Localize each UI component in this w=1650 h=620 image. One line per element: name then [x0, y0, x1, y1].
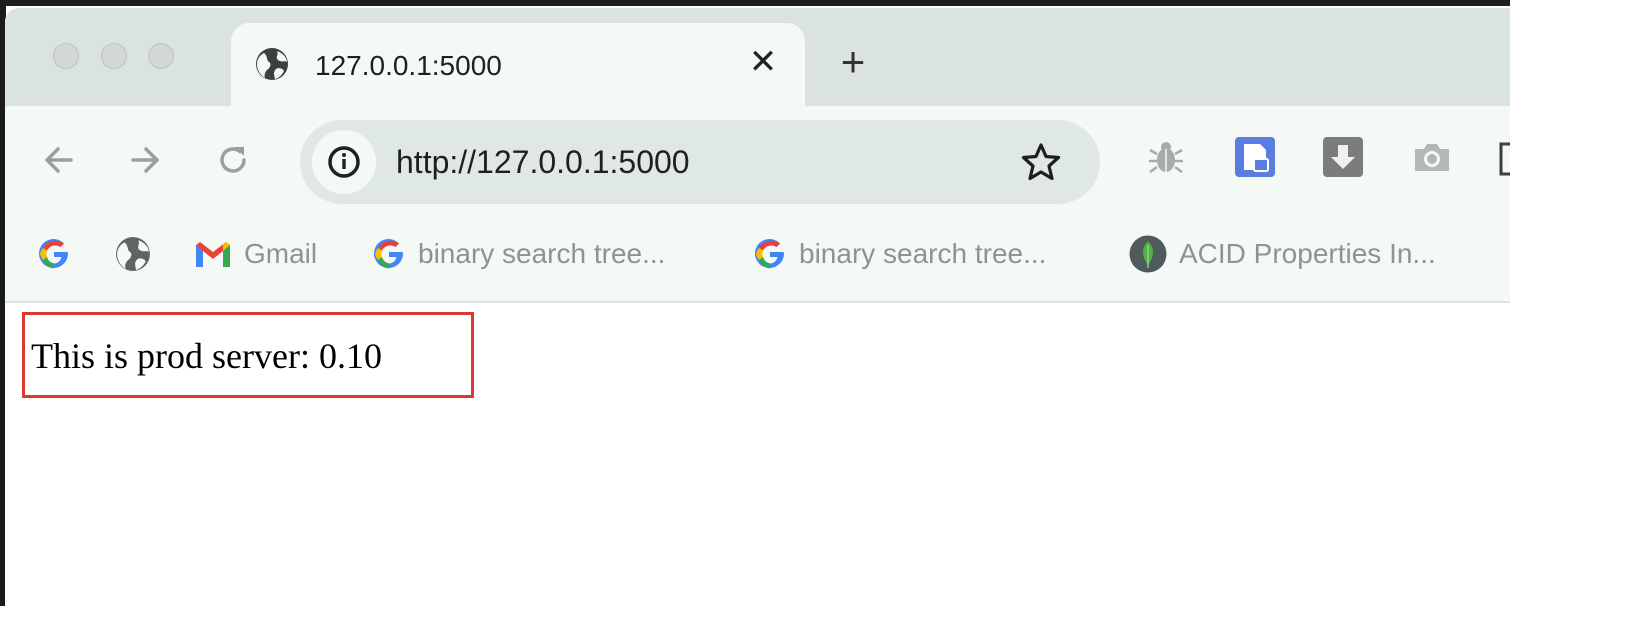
bookmark-label: ACID Properties In...	[1179, 238, 1436, 269]
close-icon: ✕	[748, 43, 778, 81]
bookmark-label: binary search tree...	[799, 238, 1047, 269]
bookmark-bst-1[interactable]: binary search tree...	[372, 236, 665, 272]
toolbar: http://127.0.0.1:5000	[5, 106, 1510, 210]
maximize-window-button[interactable]	[148, 43, 174, 69]
puzzle-icon[interactable]	[1499, 136, 1510, 178]
bookmark-label: binary search tree...	[418, 238, 666, 269]
bookmark-gmail[interactable]: Gmail	[194, 236, 317, 272]
info-icon	[328, 146, 360, 178]
bookmark-globe[interactable]	[115, 236, 151, 272]
active-tab[interactable]: 127.0.0.1:5000 ✕	[231, 23, 805, 113]
bookmark-acid[interactable]: ACID Properties In...	[1129, 235, 1436, 273]
bookmark-google[interactable]	[37, 236, 71, 272]
page-content-text: This is prod server: 0.10	[31, 336, 382, 376]
plus-icon: +	[840, 38, 866, 85]
tab-title: 127.0.0.1:5000	[315, 50, 502, 81]
mongodb-leaf-icon	[1129, 235, 1167, 273]
site-info-button[interactable]	[312, 130, 376, 194]
download-icon[interactable]	[1322, 136, 1364, 178]
bookmark-bst-2[interactable]: binary search tree...	[753, 236, 1046, 272]
address-bar[interactable]: http://127.0.0.1:5000	[300, 120, 1100, 204]
google-icon	[755, 239, 784, 269]
bookmark-label: Gmail	[244, 238, 318, 269]
new-tab-button[interactable]: +	[831, 41, 875, 86]
globe-icon	[116, 237, 150, 271]
bug-icon[interactable]	[1145, 136, 1187, 178]
reload-button[interactable]	[211, 138, 255, 182]
browser-window: 127.0.0.1:5000 ✕ + http://127.0.0.1:5000…	[5, 8, 1510, 606]
bookmark-star-button[interactable]	[1018, 139, 1064, 185]
minimize-window-button[interactable]	[101, 43, 127, 69]
back-button[interactable]	[37, 138, 81, 182]
highlighted-content-box: This is prod server: 0.10	[22, 312, 474, 398]
close-window-button[interactable]	[53, 43, 79, 69]
google-icon	[374, 239, 403, 269]
tab-strip: 127.0.0.1:5000 ✕ +	[5, 8, 1510, 113]
url-text: http://127.0.0.1:5000	[396, 144, 690, 180]
camera-icon[interactable]	[1411, 136, 1453, 178]
tab-close-button[interactable]: ✕	[743, 42, 783, 82]
lock-file-icon[interactable]	[1234, 136, 1276, 178]
gmail-icon	[196, 242, 230, 267]
forward-button[interactable]	[123, 138, 167, 182]
google-icon	[39, 239, 68, 269]
bookmarks-bar: Gmail binary search tree... binary searc…	[5, 210, 1510, 303]
screen-top-bar	[0, 0, 1510, 6]
globe-icon	[256, 48, 288, 80]
